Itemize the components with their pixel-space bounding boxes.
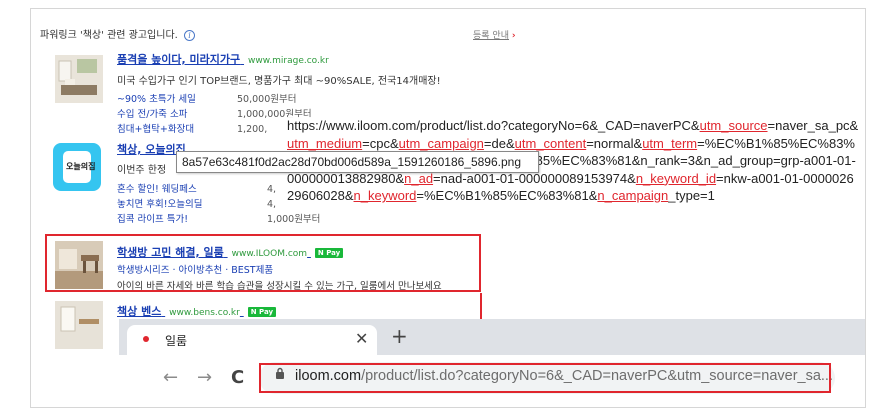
ad-sublink-price: 1,000원부터 (267, 214, 321, 225)
ad-title-link[interactable]: 품격을 높이다, 미라지가구 www.mirage.co.kr (117, 51, 329, 67)
ad-thumbnail-mirage[interactable] (55, 55, 103, 107)
url-segment: =naver_sa_pc& (767, 118, 859, 133)
url-param-key: utm_medium (287, 135, 363, 151)
chevron-right-icon: › (511, 31, 516, 41)
url-segment: =cpc& (362, 135, 399, 151)
ad-url: www.bens.co.kr (169, 308, 240, 318)
highlight-box-address-bar (259, 363, 831, 393)
info-icon[interactable]: i (184, 30, 196, 41)
ad-sublink-row[interactable]: 집콕 라이프 특가! 1,000원부터 (117, 211, 320, 225)
ad-sublink-label: ~90% 초특가 세일 (117, 94, 196, 105)
url-segment: =normal& (586, 135, 643, 151)
screenshot-frame: 파워링크 '책상' 관련 광고입니다. i 등록 안내 › 품격을 높이다, 미… (30, 8, 866, 408)
tab-strip: 일룸 ✕ + (119, 319, 865, 355)
ad-thumbnail-bens[interactable] (55, 301, 103, 353)
ad-title-text: 품격을 높이다, 미라지가구 (117, 53, 241, 66)
ad-header-query: 책상 (82, 30, 102, 41)
filename-tooltip: 8a57e63c481f0d2ac28d70bd006d589a_1591260… (176, 151, 539, 173)
highlight-box-ad (45, 234, 481, 292)
ad-guide-link[interactable]: 등록 안내 › (473, 28, 516, 41)
url-segment: https://www.iloom.com/product/list.do?ca… (287, 118, 700, 133)
ad-guide-label: 등록 안내 (473, 31, 509, 41)
forward-arrow-icon[interactable]: → (197, 367, 212, 388)
url-param-key: utm_campaign (398, 135, 484, 151)
ad-sublink-row[interactable]: ~90% 초특가 세일 50,000원부터 (117, 91, 296, 105)
url-segment: =%EC%B1%85%EC%83%81& (416, 188, 598, 203)
furniture-photo-icon (55, 55, 103, 103)
reload-icon[interactable]: C (231, 367, 244, 388)
furniture-photo-icon (55, 301, 103, 349)
ad-sublink-row[interactable]: 수입 전/가죽 소파 1,000,000원부터 (117, 106, 312, 120)
url-param-key: n_keyword (353, 188, 417, 203)
ad-url: www.mirage.co.kr (248, 56, 329, 66)
browser-tab[interactable]: 일룸 ✕ (127, 325, 377, 355)
ad-sublink-label: 수입 전/가죽 소파 (117, 109, 188, 120)
url-param-key: n_campaign (597, 188, 669, 203)
tab-title: 일룸 (165, 334, 188, 348)
url-segment: _type=1 (668, 188, 715, 203)
ad-title-link[interactable]: 책상 벤스 www.bens.co.kr N Pay (117, 303, 277, 319)
new-tab-button[interactable]: + (391, 326, 408, 346)
url-param-key: utm_term (642, 135, 698, 151)
ad-sublink-label: 놓치면 후회!오늘의딜 (117, 199, 203, 210)
ad-sublink-price: 4, (267, 184, 277, 195)
back-arrow-icon[interactable]: ← (163, 367, 178, 388)
ad-description: 미국 수입가구 인기 TOP브랜드, 명품가구 최대 ~90%SALE, 전국1… (117, 76, 441, 87)
ad-sublink-label: 침대+협탁+화장대 (117, 124, 195, 135)
url-param-key: utm_source (699, 118, 768, 133)
browser-window: 일룸 ✕ + ← → C iloom.com/product/list.do?c… (119, 319, 865, 407)
url-param-key: n_keyword_id (635, 170, 717, 186)
ohouse-app-logo[interactable]: 오늘의집 (53, 143, 101, 191)
app-logo-text: 오늘의집 (66, 162, 96, 171)
ad-sublink-label: 혼수 할인! 웨딩페스 (117, 184, 197, 195)
ad-section-header: 파워링크 '책상' 관련 광고입니다. i (40, 26, 196, 41)
ad-description: 이번주 한정 (117, 165, 167, 176)
ad-sublink-price: 1,200, (237, 124, 268, 135)
ad-title-text: 책상 벤스 (117, 305, 162, 318)
ad-sublink-row[interactable]: 침대+협탁+화장대 1,200, (117, 121, 267, 135)
ad-sublink-price: 4, (267, 199, 277, 210)
naverpay-badge: N Pay (247, 307, 277, 317)
ad-sublink-row[interactable]: 놓치면 후회!오늘의딜 4, (117, 196, 276, 210)
tab-favicon-icon (143, 336, 149, 342)
ad-header-suffix: ' 관련 광고입니다. (101, 30, 178, 41)
ad-sublink-row[interactable]: 혼수 할인! 웨딩페스 4, (117, 181, 276, 195)
browser-toolbar: ← → C iloom.com/product/list.do?category… (119, 355, 865, 407)
ad-sublink-label: 집콕 라이프 특가! (117, 214, 189, 225)
url-segment: =de& (483, 135, 515, 151)
url-param-key: utm_content (514, 135, 587, 151)
ad-sublink-price: 50,000원부터 (237, 94, 297, 105)
ad-header-prefix: 파워링크 ' (40, 30, 83, 41)
close-icon[interactable]: ✕ (355, 329, 368, 348)
